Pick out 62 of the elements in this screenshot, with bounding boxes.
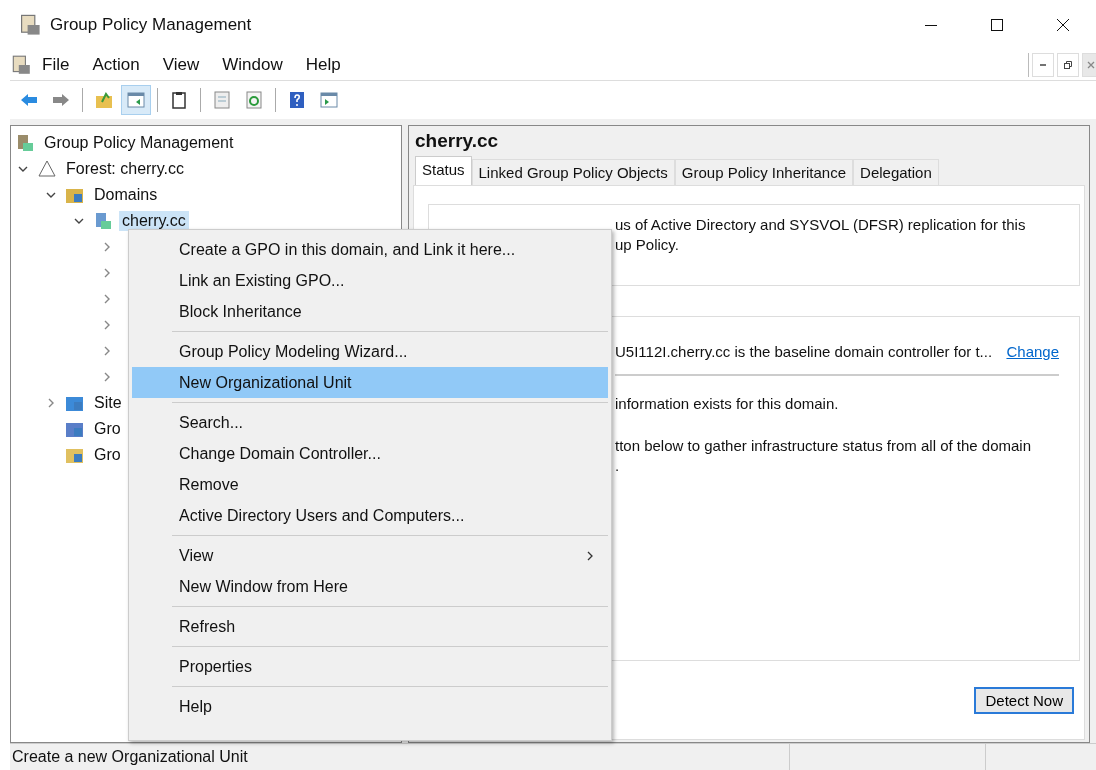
menu-item[interactable]: Change Domain Controller... <box>132 438 608 469</box>
tab[interactable]: Delegation <box>853 159 939 185</box>
refresh-icon <box>244 90 264 110</box>
change-link[interactable]: Change <box>1006 343 1059 360</box>
close-icon <box>1055 17 1071 33</box>
maximize-icon <box>989 17 1005 33</box>
app-icon <box>10 54 32 76</box>
pane-icon <box>319 90 339 110</box>
tree-item[interactable]: Forest: cherry.cc <box>63 159 187 179</box>
folder-arrow-icon <box>94 90 114 110</box>
server-icon <box>15 133 35 153</box>
menu-item[interactable]: Window <box>222 55 283 75</box>
tree-item[interactable]: Gro <box>91 445 124 465</box>
menu-item[interactable]: Active Directory Users and Computers... <box>132 500 608 531</box>
baseline-text: U5I112I.cherry.cc is the baseline domain controller for t... <box>615 343 993 360</box>
menu-item[interactable]: Group Policy Modeling Wizard... <box>132 336 608 367</box>
menu-item[interactable]: Properties <box>132 651 608 682</box>
description-text: us of Active Directory and SYSVOL (DFSR) replication for this <box>615 215 1027 235</box>
status-bar-text: Create a new Organizational Unit <box>11 748 249 766</box>
triangle-icon <box>37 159 57 179</box>
minimize-icon <box>923 24 939 26</box>
tree-item[interactable]: Group Policy Management <box>41 133 237 153</box>
document-icon <box>212 90 232 110</box>
tree-item[interactable]: Domains <box>91 185 161 205</box>
panel-toggle-button[interactable] <box>121 85 151 115</box>
tree-item[interactable]: cherry.cc <box>119 211 189 231</box>
menu-item[interactable]: Create a GPO in this domain, and Link it here... <box>132 234 608 265</box>
status-text: tton below to gather infrastructure status from all of the domain <box>615 436 1033 456</box>
menu-item[interactable]: Block Inheritance <box>132 296 608 327</box>
app-icon <box>18 13 42 37</box>
restore-icon <box>1063 60 1073 70</box>
detect-now-button[interactable]: Detect Now <box>974 687 1074 714</box>
menu-item[interactable]: View <box>162 55 200 75</box>
pane-icon <box>126 90 146 110</box>
status-text: information exists for this domain. <box>615 394 840 414</box>
window-title: Group Policy Management <box>50 15 252 35</box>
menu-item[interactable]: Help <box>305 55 341 75</box>
tab[interactable]: Linked Group Policy Objects <box>471 159 675 185</box>
minimize-icon <box>1040 64 1046 66</box>
menu-item[interactable]: Action <box>92 55 140 75</box>
menu-item[interactable]: Refresh <box>132 611 608 642</box>
status-text: . <box>615 456 621 476</box>
description-text: up Policy. <box>615 235 680 255</box>
close-icon <box>1086 60 1096 70</box>
menu-item[interactable]: New Organizational Unit <box>132 367 608 398</box>
tab[interactable]: Group Policy Inheritance <box>674 159 854 185</box>
menu-item[interactable]: Link an Existing GPO... <box>132 265 608 296</box>
minimize-button[interactable] <box>1032 53 1054 77</box>
tree-item[interactable]: Gro <box>91 419 124 439</box>
restore-button[interactable] <box>1057 53 1079 77</box>
menu-item[interactable]: Help <box>132 691 608 722</box>
help-icon <box>287 90 307 110</box>
server-icon <box>93 211 113 231</box>
menu-item[interactable]: Remove <box>132 469 608 500</box>
menu-item[interactable]: View <box>132 540 608 571</box>
tab[interactable]: Status <box>415 156 472 185</box>
domain-heading: cherry.cc <box>414 130 500 153</box>
menu-item[interactable]: File <box>42 55 70 75</box>
clipboard-icon <box>169 90 189 110</box>
menu-item[interactable]: New Window from Here <box>132 571 608 602</box>
tree-item[interactable]: Site <box>91 393 125 413</box>
menu-item[interactable]: Search... <box>132 407 608 438</box>
